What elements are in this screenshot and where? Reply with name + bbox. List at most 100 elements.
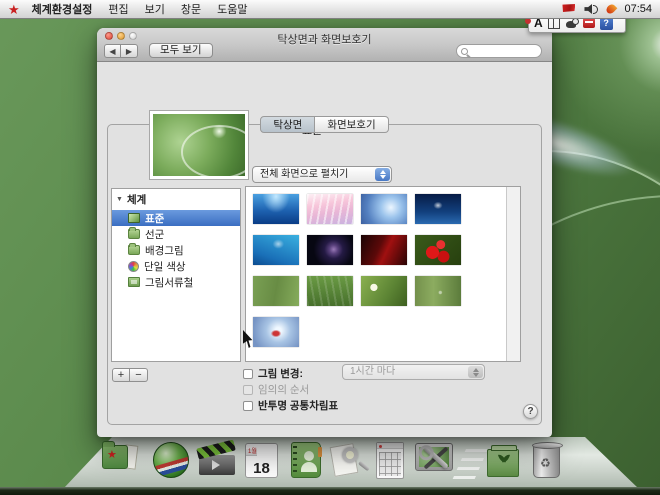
- sidebar-item-label: 그림서류철: [145, 275, 193, 290]
- sidebar-item-label: 표준: [145, 211, 164, 226]
- back-button[interactable]: ◀: [104, 44, 121, 58]
- menu-window[interactable]: 창문: [181, 1, 201, 17]
- show-all-button[interactable]: 모두 보기: [149, 43, 213, 58]
- sidebar-item-pictures-folder[interactable]: 그림서류철: [112, 274, 240, 290]
- recycle-icon: ♻: [540, 456, 551, 470]
- folder-icon: [128, 245, 140, 255]
- dock-item-browser[interactable]: [150, 439, 192, 481]
- stretch-mode-select[interactable]: 전체 화면으로 펼치기: [252, 166, 392, 183]
- calculator-icon: [376, 442, 404, 479]
- grid-scrollbar[interactable]: [506, 187, 520, 361]
- box-flap: [491, 445, 517, 451]
- stamp-icon[interactable]: [583, 18, 595, 28]
- source-group-label: 체계: [127, 192, 146, 207]
- wallpaper-thumbnail-cherries[interactable]: [415, 235, 461, 265]
- address-book-icon: [291, 442, 321, 478]
- source-group-header[interactable]: ▼ 체계: [112, 189, 240, 210]
- wallpaper-thumbnail-blue-swirl[interactable]: [361, 194, 407, 224]
- dock-item-search[interactable]: [328, 439, 370, 481]
- forward-button[interactable]: ▶: [121, 44, 138, 58]
- interval-select[interactable]: 1시간 마다: [342, 364, 485, 380]
- menu-bar: ★ 체계환경설정 편집 보기 창문 도움말 07:54: [0, 0, 660, 19]
- book-rings: [293, 446, 297, 476]
- menu-help[interactable]: 도움말: [217, 1, 247, 17]
- flame-icon[interactable]: [605, 3, 618, 16]
- menu-clock[interactable]: 07:54: [624, 3, 652, 15]
- wallpaper-thumbnail-grass-butterfly[interactable]: [307, 276, 353, 306]
- wallpaper-grid: [245, 186, 521, 362]
- wallpaper-thumbnail-red-streaks[interactable]: [361, 235, 407, 265]
- menu-view[interactable]: 보기: [145, 1, 165, 17]
- volume-menu[interactable]: [584, 4, 598, 15]
- sidebar-item-backgrounds[interactable]: 배경그림: [112, 242, 240, 258]
- trash-lid: [532, 442, 563, 449]
- tab-desktop[interactable]: 탁상면: [260, 116, 315, 133]
- wallpaper-thumbnail-night-sky[interactable]: [415, 194, 461, 224]
- window-content: 탁상면 화면보호기 표준 전체 화면으로 펼치기 ▼ 체계 표준: [97, 62, 552, 437]
- tab-bar: 탁상면 화면보호기: [97, 116, 552, 133]
- dock-item-file-manager[interactable]: ★: [100, 439, 142, 481]
- software-box-icon: [487, 449, 519, 477]
- red-star-logo-icon[interactable]: ★: [8, 3, 20, 16]
- select-stepper-icon: [375, 168, 390, 181]
- layout-columns-icon[interactable]: [548, 18, 560, 29]
- add-folder-button[interactable]: +: [112, 368, 130, 382]
- help-button[interactable]: ?: [523, 404, 538, 419]
- globe-icon: [153, 442, 189, 478]
- stretch-mode-value: 전체 화면으로 펼치기: [260, 169, 348, 180]
- wallpaper-thumbnail-dew-branch[interactable]: [415, 276, 461, 306]
- picture-icon: [128, 213, 140, 223]
- magnifier-icon: [342, 447, 358, 463]
- random-order-checkbox[interactable]: [243, 385, 253, 395]
- translucent-menubar-checkbox[interactable]: [243, 401, 253, 411]
- menu-app[interactable]: 체계환경설정: [32, 1, 93, 17]
- menu-edit[interactable]: 편집: [108, 1, 128, 17]
- star-icon: ★: [107, 448, 117, 461]
- dock-item-software-manager[interactable]: [482, 439, 524, 481]
- translucent-menubar-label: 반투명 공통차림표: [258, 398, 338, 413]
- tab-screensaver[interactable]: 화면보호기: [315, 116, 388, 133]
- preferences-window: 탁상면과 화면보호기 ◀ ▶ 모두 보기 탁상면 화면보호기 표준 전체 화면으…: [97, 28, 552, 437]
- wallpaper-thumbnail-space-planet[interactable]: [307, 235, 353, 265]
- sidebar-item-label: 단일 색상: [144, 259, 186, 274]
- wallpaper-thumbnail-swirl-slogan[interactable]: [253, 317, 299, 347]
- wallpaper-thumbnail-green-leaf[interactable]: [253, 276, 299, 306]
- sidebar-item-songun[interactable]: 선군: [112, 226, 240, 242]
- speaker-wave-icon: [593, 5, 598, 14]
- dock-item-calculator[interactable]: [370, 439, 412, 481]
- flag-icon[interactable]: [561, 4, 575, 14]
- folder-icon: [128, 229, 140, 239]
- interval-value: 1시간 마다: [350, 366, 395, 377]
- sidebar-item-solid-color[interactable]: 단일 색상: [112, 258, 240, 274]
- search-input[interactable]: [456, 44, 542, 58]
- wallpaper-source-list: ▼ 체계 표준 선군 배경그림 단일 색상: [111, 188, 241, 362]
- dock: ★ 1월 18: [0, 439, 660, 485]
- remove-folder-button[interactable]: −: [130, 368, 148, 382]
- book-tab: [318, 447, 322, 457]
- dock-item-media-player[interactable]: [196, 439, 238, 481]
- plant-icon: [499, 454, 508, 466]
- desktop: ★ 체계환경설정 편집 보기 창문 도움말 07:54 A ?: [0, 0, 660, 495]
- dock-bottom-strip: [0, 487, 660, 495]
- random-order-label: 임의의 순서: [258, 382, 309, 397]
- dock-item-system-preferences[interactable]: [413, 439, 455, 481]
- sidebar-item-default[interactable]: 표준: [112, 210, 240, 226]
- wallpaper-thumbnail-ocean-blue[interactable]: [253, 194, 299, 224]
- wallpaper-thumbnail-leaves-butterfly[interactable]: [361, 276, 407, 306]
- person-icon: [304, 451, 314, 461]
- dock-item-trash[interactable]: ♻: [526, 439, 568, 481]
- window-titlebar[interactable]: 탁상면과 화면보호기 ◀ ▶ 모두 보기: [97, 28, 552, 62]
- dock-item-address-book[interactable]: [286, 439, 328, 481]
- color-wheel-icon: [128, 261, 139, 272]
- search-icon: [461, 48, 468, 55]
- change-picture-checkbox[interactable]: [243, 369, 253, 379]
- disclosure-triangle-icon[interactable]: ▼: [116, 196, 123, 203]
- wallpaper-thumbnail-pink-dawn[interactable]: [307, 194, 353, 224]
- calendar-day: 18: [246, 457, 277, 478]
- wallpaper-thumbnail-teal-sky[interactable]: [253, 235, 299, 265]
- bird-icon[interactable]: [565, 18, 578, 29]
- sidebar-item-label: 배경그림: [145, 243, 184, 258]
- dock-item-calendar[interactable]: 1월 18: [241, 439, 283, 481]
- calculator-keys: [379, 452, 401, 476]
- globe-stripe: [153, 455, 189, 478]
